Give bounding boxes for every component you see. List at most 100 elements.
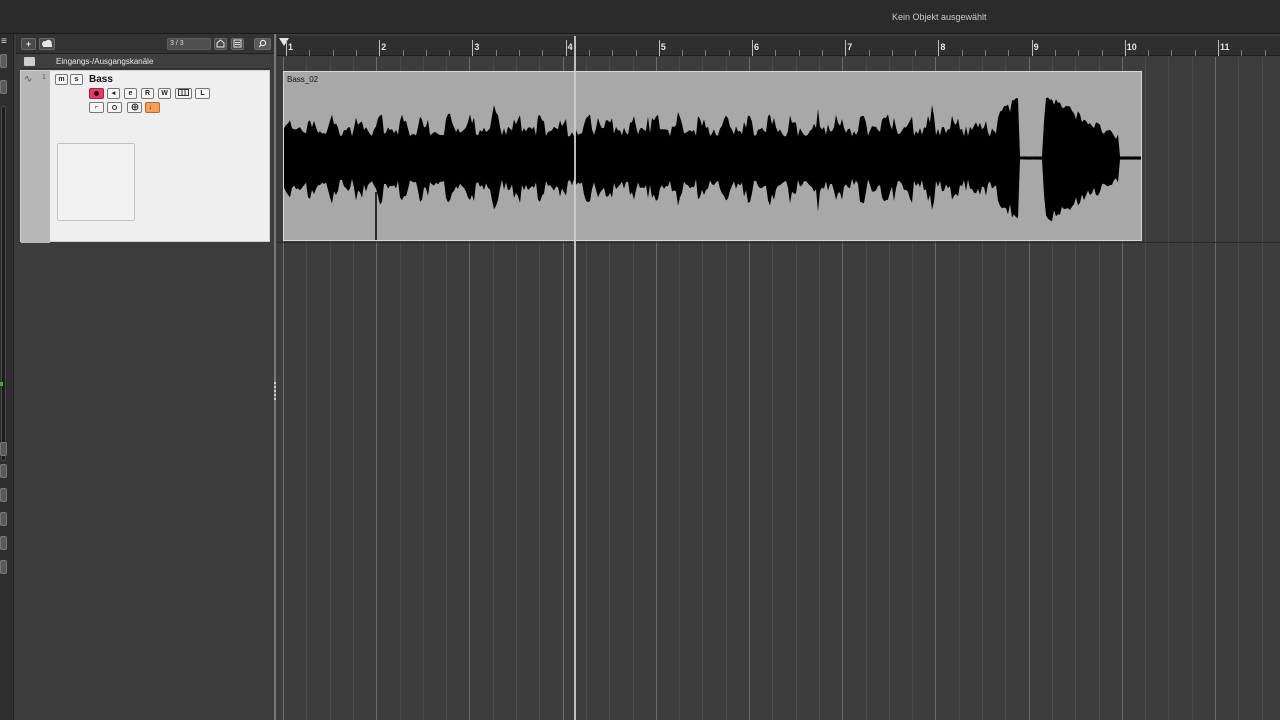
ruler-bar-number: 10 (1126, 42, 1137, 52)
ruler-beat-tick (612, 50, 614, 56)
channel-strip-icon (178, 89, 189, 96)
grid-line (1215, 57, 1216, 720)
ruler-bar-number: 8 (940, 42, 946, 52)
ruler-beat-tick (915, 50, 917, 56)
ruler-beat-tick (1171, 50, 1173, 56)
grid-line (1168, 57, 1170, 720)
grid-line (1145, 57, 1147, 720)
ruler-bar-number: 1 (288, 42, 294, 52)
audio-track-icon: ∿ (24, 74, 33, 85)
ruler-bar-number: 11 (1220, 42, 1230, 52)
ruler-beat-tick (495, 50, 497, 56)
track-number: 1 (42, 74, 46, 81)
audio-track-bass[interactable]: ∿ 1 m s Bass ◂ e R W L ⌐ ♩ (20, 70, 270, 243)
ruler-bar-line (1031, 40, 1033, 56)
write-automation-button[interactable]: W (158, 88, 171, 99)
audio-event-bass-02[interactable]: Bass_02 (283, 71, 1142, 241)
lock-button[interactable]: ⌐ (89, 102, 104, 113)
event-name: Bass_02 (287, 75, 319, 84)
ruler-bar-number: 7 (847, 42, 853, 52)
ruler-beat-tick (519, 50, 520, 56)
track-picture-placeholder[interactable] (57, 143, 135, 221)
ruler-beat-tick (1194, 50, 1196, 56)
ruler-bar-number: 2 (381, 42, 387, 52)
ruler-beat-tick (705, 50, 707, 56)
ruler-beat-tick (1008, 50, 1010, 56)
add-track-button[interactable]: + (21, 38, 36, 50)
channel-strip-button[interactable] (175, 88, 192, 99)
zone-button[interactable] (0, 560, 7, 574)
ruler-bar-number: 4 (567, 42, 573, 52)
show-lanes-button[interactable]: L (195, 88, 210, 99)
edit-channel-settings-button[interactable]: e (124, 88, 137, 99)
project-cursor[interactable] (574, 36, 576, 720)
search-button[interactable] (254, 38, 271, 50)
splitter-handle[interactable] (274, 382, 276, 400)
track-visibility-button[interactable] (214, 38, 227, 50)
monitor-button[interactable]: ◂ (107, 88, 120, 99)
selection-status: Kein Objekt ausgewählt (892, 12, 987, 22)
mute-button[interactable]: m (55, 74, 68, 85)
ruler-bar-line (472, 40, 474, 56)
ruler-bar-line (658, 40, 660, 56)
track-list-splitter[interactable] (274, 34, 276, 720)
visible-tracks-count[interactable]: 3 / 3 (167, 38, 211, 50)
info-line: Kein Objekt ausgewählt (0, 0, 1280, 34)
ruler-beat-tick (1101, 50, 1103, 56)
ruler-beat-tick (355, 50, 357, 56)
ruler-beat-tick (1078, 50, 1080, 56)
add-track-template-button[interactable] (39, 38, 55, 50)
track-list-settings-button[interactable] (231, 38, 244, 50)
ruler-bar-number: 9 (1033, 42, 1039, 52)
inserts-state-button[interactable] (107, 102, 122, 113)
ruler-beat-tick (821, 50, 823, 56)
track-color-strip: ∿ 1 (21, 71, 50, 243)
cloud-icon (42, 39, 52, 47)
ruler-beat-tick (309, 50, 311, 56)
track-list: + 3 / 3 Eingangs-/Ausgangskanäle ∿ 1 m s… (16, 34, 275, 720)
ruler-bar-line (1218, 40, 1219, 56)
zone-button[interactable] (0, 464, 7, 478)
list-icon (233, 39, 242, 48)
project-event-display[interactable]: Bass_02 (277, 57, 1280, 720)
ruler-beat-tick (449, 50, 451, 56)
meter-level-indicator (0, 382, 3, 386)
zone-button[interactable] (0, 488, 7, 502)
musical-timebase-button[interactable]: ♩ (145, 102, 160, 113)
ruler-bar-line (1124, 40, 1126, 56)
ruler-beat-tick (635, 50, 637, 56)
record-enable-button[interactable] (89, 88, 104, 99)
timeline-ruler[interactable]: 1 2 3 4 5 6 7 8 9 10 11 (277, 36, 1280, 56)
ruler-beat-tick (775, 50, 777, 56)
ruler-beat-tick (985, 50, 986, 56)
zone-button[interactable] (0, 536, 7, 550)
folder-icon (24, 57, 35, 66)
ruler-bar-line (286, 40, 287, 56)
ruler-bar-line (752, 40, 753, 56)
track-name[interactable]: Bass (89, 74, 113, 85)
read-automation-button[interactable]: R (141, 88, 154, 99)
grid-line (1261, 57, 1263, 720)
menu-icon[interactable]: ≡ (1, 37, 11, 47)
ruler-bar-line (938, 40, 940, 56)
track-list-toolbar: + 3 / 3 (16, 34, 275, 54)
zone-button[interactable] (0, 80, 7, 94)
left-zone-strip: ≡ (0, 34, 14, 720)
zone-button[interactable] (0, 442, 7, 456)
ruler-beat-tick (728, 50, 730, 56)
record-icon (94, 91, 99, 96)
zone-button[interactable] (0, 54, 7, 68)
solo-button[interactable]: s (70, 74, 83, 85)
ruler-bar-line (565, 40, 567, 56)
ruler-beat-tick (961, 50, 963, 56)
folder-track-io-channels[interactable]: Eingangs-/Ausgangskanäle (20, 55, 270, 69)
waveform (284, 97, 1141, 240)
ruler-beat-tick (1054, 50, 1056, 56)
folder-track-label: Eingangs-/Ausgangskanäle (56, 57, 154, 66)
ruler-bar-number: 3 (474, 42, 480, 52)
home-icon (216, 39, 225, 48)
ruler-bar-line (845, 40, 847, 56)
daw-window: Kein Objekt ausgewählt ≡ + 3 / 3 Eingang… (0, 0, 1280, 720)
zone-button[interactable] (0, 512, 7, 526)
freeze-button[interactable] (127, 102, 142, 113)
